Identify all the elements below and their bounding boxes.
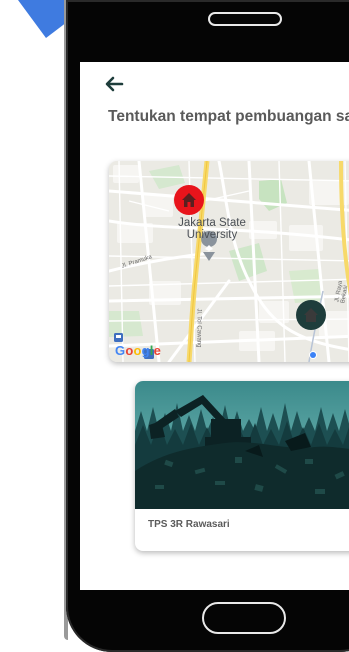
location-card[interactable]: TPS 3R Rawasari xyxy=(135,381,349,551)
back-arrow-icon[interactable] xyxy=(102,72,126,96)
device-mockup: Tentukan tempat pembuangan sampah tujuan… xyxy=(0,0,349,652)
dumpsite-marker-icon[interactable] xyxy=(295,299,327,331)
location-name: TPS 3R Rawasari xyxy=(148,519,230,530)
home-button[interactable] xyxy=(202,602,286,634)
page-title: Tentukan tempat pembuangan sampah tujuan… xyxy=(108,108,349,125)
selected-location-marker-icon[interactable] xyxy=(173,184,205,216)
road-label-tol: Jl. Tol Cawang xyxy=(195,308,202,348)
map-control-icon[interactable] xyxy=(345,321,349,351)
location-map[interactable]: Jakarta State University Jl. Pramuka Jl.… xyxy=(109,161,349,362)
app-screen: Tentukan tempat pembuangan sampah tujuan… xyxy=(80,62,349,590)
my-location-dot-icon xyxy=(309,351,317,359)
google-logo: Google xyxy=(115,343,162,358)
location-image xyxy=(135,381,349,509)
phone-speaker xyxy=(208,12,282,26)
map-place-label: Jakarta State University xyxy=(178,217,246,241)
